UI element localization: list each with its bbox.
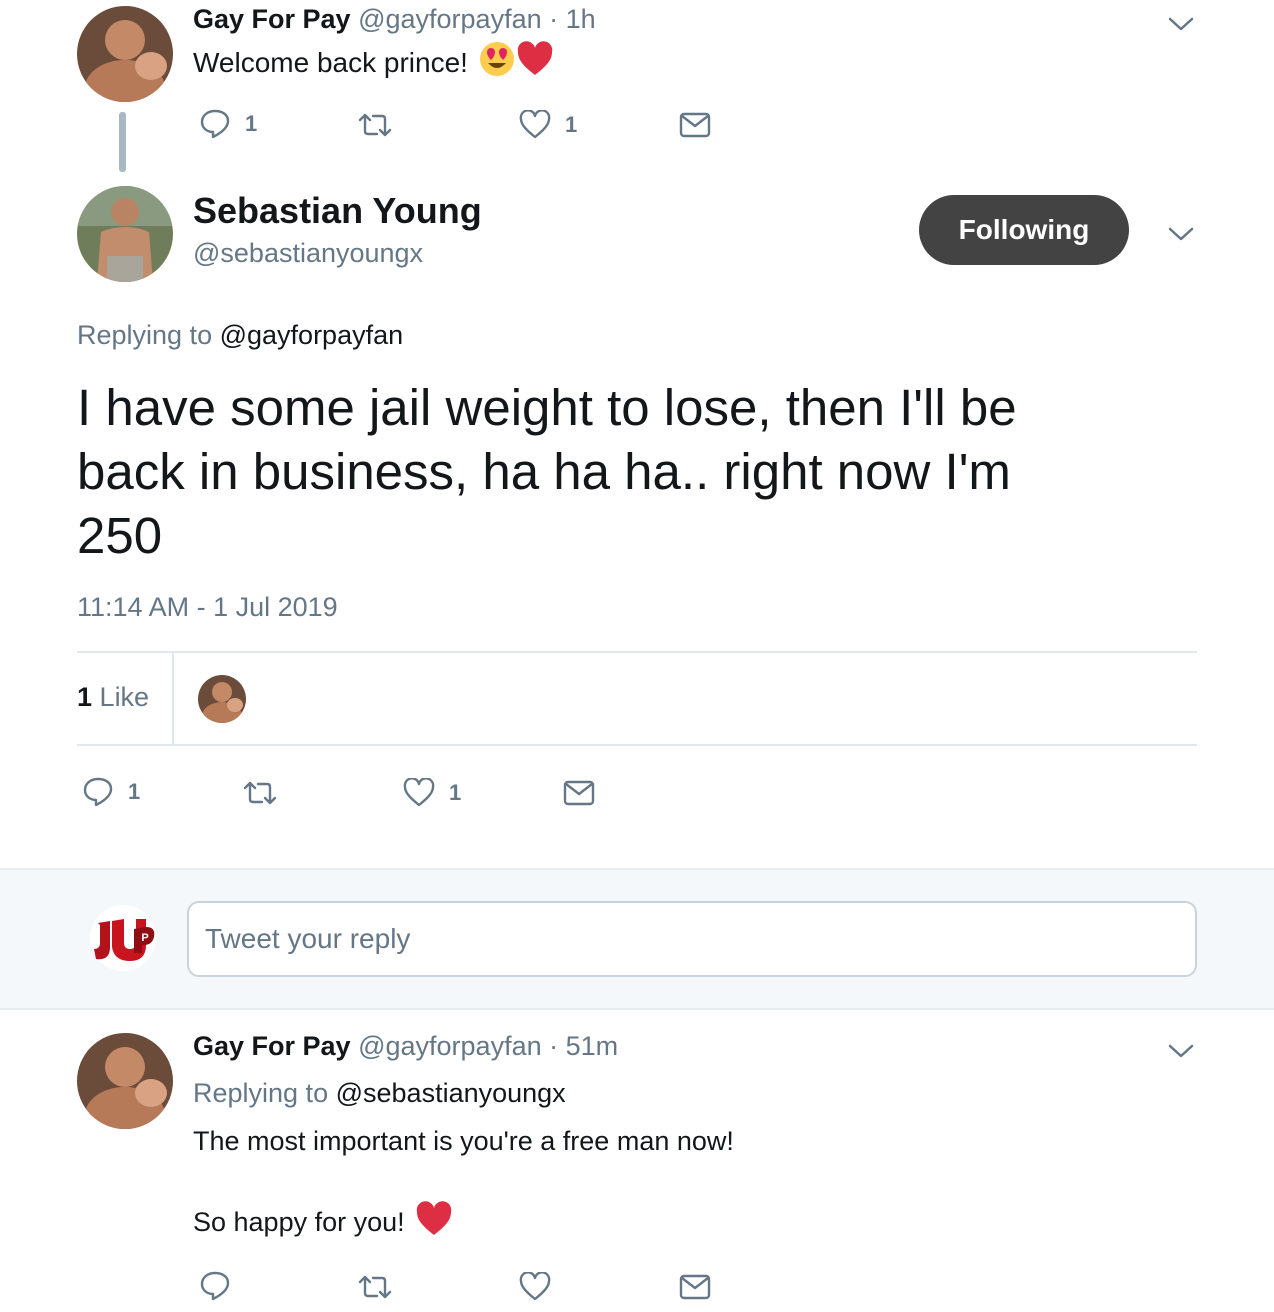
tweet-text-line: 250 (77, 507, 163, 564)
replying-prefix: Replying to (77, 320, 213, 350)
reply-icon (83, 777, 113, 807)
liker-avatar[interactable] (198, 675, 246, 723)
retweet-icon (243, 781, 277, 805)
tweet1-text: Welcome back prince! (193, 40, 554, 85)
reply-count: 1 (245, 111, 258, 136)
envelope-icon (679, 1274, 711, 1300)
reply-count: 1 (128, 779, 141, 804)
author-name[interactable]: Gay For Pay (193, 4, 351, 34)
retweet-icon (358, 113, 392, 137)
tweet-text-line2: So happy for you! (193, 1201, 453, 1244)
heart-icon (519, 110, 551, 139)
following-button[interactable]: Following (919, 195, 1129, 265)
tweet-text: I have some jail weight to lose, then I'… (77, 376, 1017, 568)
author-handle[interactable]: @gayforpayfan (358, 4, 542, 34)
tweet-time[interactable]: · 51m (549, 1031, 618, 1061)
reply-icon (200, 109, 230, 139)
avatar-gayforpay[interactable] (77, 1033, 173, 1129)
like-count: 1 (565, 112, 578, 137)
likes-summary[interactable]: 1 Like (77, 682, 149, 713)
reply-input[interactable] (187, 901, 1197, 977)
user-avatar-logo[interactable]: P (88, 903, 158, 973)
author-handle[interactable]: @gayforpayfan (358, 1031, 542, 1061)
retweet-action[interactable] (242, 780, 278, 806)
heart-eyes-emoji (478, 40, 516, 85)
author-name[interactable]: Sebastian Young (193, 190, 482, 232)
author-handle[interactable]: @sebastianyoungx (193, 238, 423, 269)
tweet-time[interactable]: · 1h (549, 4, 596, 34)
likes-label: Like (99, 682, 150, 712)
heart-icon (403, 778, 435, 807)
svg-text:P: P (141, 932, 148, 944)
replying-prefix: Replying to (193, 1078, 329, 1108)
retweet-action[interactable] (357, 1274, 393, 1300)
red-heart-emoji (415, 1201, 453, 1244)
tweet-text-line: I have some jail weight to lose, then I'… (77, 379, 1017, 436)
reply-icon (200, 1271, 230, 1301)
retweet-action[interactable] (357, 112, 393, 138)
replying-handle[interactable]: @sebastianyoungx (336, 1078, 566, 1108)
like-action[interactable]: 1 (519, 110, 577, 140)
heart-icon (519, 1272, 551, 1301)
divider (77, 744, 1197, 746)
envelope-icon (679, 112, 711, 138)
caret-down-icon[interactable] (1168, 1043, 1194, 1059)
like-count: 1 (449, 780, 462, 805)
replying-handle[interactable]: @gayforpayfan (220, 320, 404, 350)
tweet-text: The most important is you're a free man … (193, 1126, 734, 1156)
tweet-text: Welcome back prince! (193, 46, 468, 78)
dm-action[interactable] (679, 112, 711, 138)
author-name[interactable]: Gay For Pay (193, 1031, 351, 1061)
avatar-gayforpay[interactable] (77, 6, 173, 102)
tweet1-header: Gay For Pay @gayforpayfan · 1h (193, 4, 596, 35)
caret-down-icon[interactable] (1168, 16, 1194, 32)
divider-vertical (172, 653, 174, 745)
tweet-timestamp[interactable]: 11:14 AM - 1 Jul 2019 (77, 592, 338, 623)
dm-action[interactable] (563, 780, 595, 806)
reply-action[interactable]: 1 (82, 776, 140, 808)
tweet-text: So happy for you! (193, 1207, 405, 1237)
reply-action[interactable]: 1 (199, 108, 257, 140)
replying-to: Replying to @sebastianyoungx (193, 1078, 566, 1109)
like-action[interactable]: 1 (403, 778, 461, 808)
tweet-text-line: back in business, ha ha ha.. right now I… (77, 443, 1011, 500)
reply-action[interactable] (199, 1270, 231, 1302)
thread-line (119, 112, 126, 172)
avatar-sebastianyoung[interactable] (77, 186, 173, 282)
retweet-icon (358, 1275, 392, 1299)
divider (77, 651, 1197, 653)
red-heart-emoji (516, 41, 554, 84)
tweet2-header: Gay For Pay @gayforpayfan · 51m (193, 1031, 618, 1062)
replying-to: Replying to @gayforpayfan (77, 320, 403, 351)
envelope-icon (563, 780, 595, 806)
like-action[interactable] (519, 1272, 551, 1302)
dm-action[interactable] (679, 1274, 711, 1300)
caret-down-icon[interactable] (1168, 226, 1194, 242)
likes-number: 1 (77, 682, 93, 712)
